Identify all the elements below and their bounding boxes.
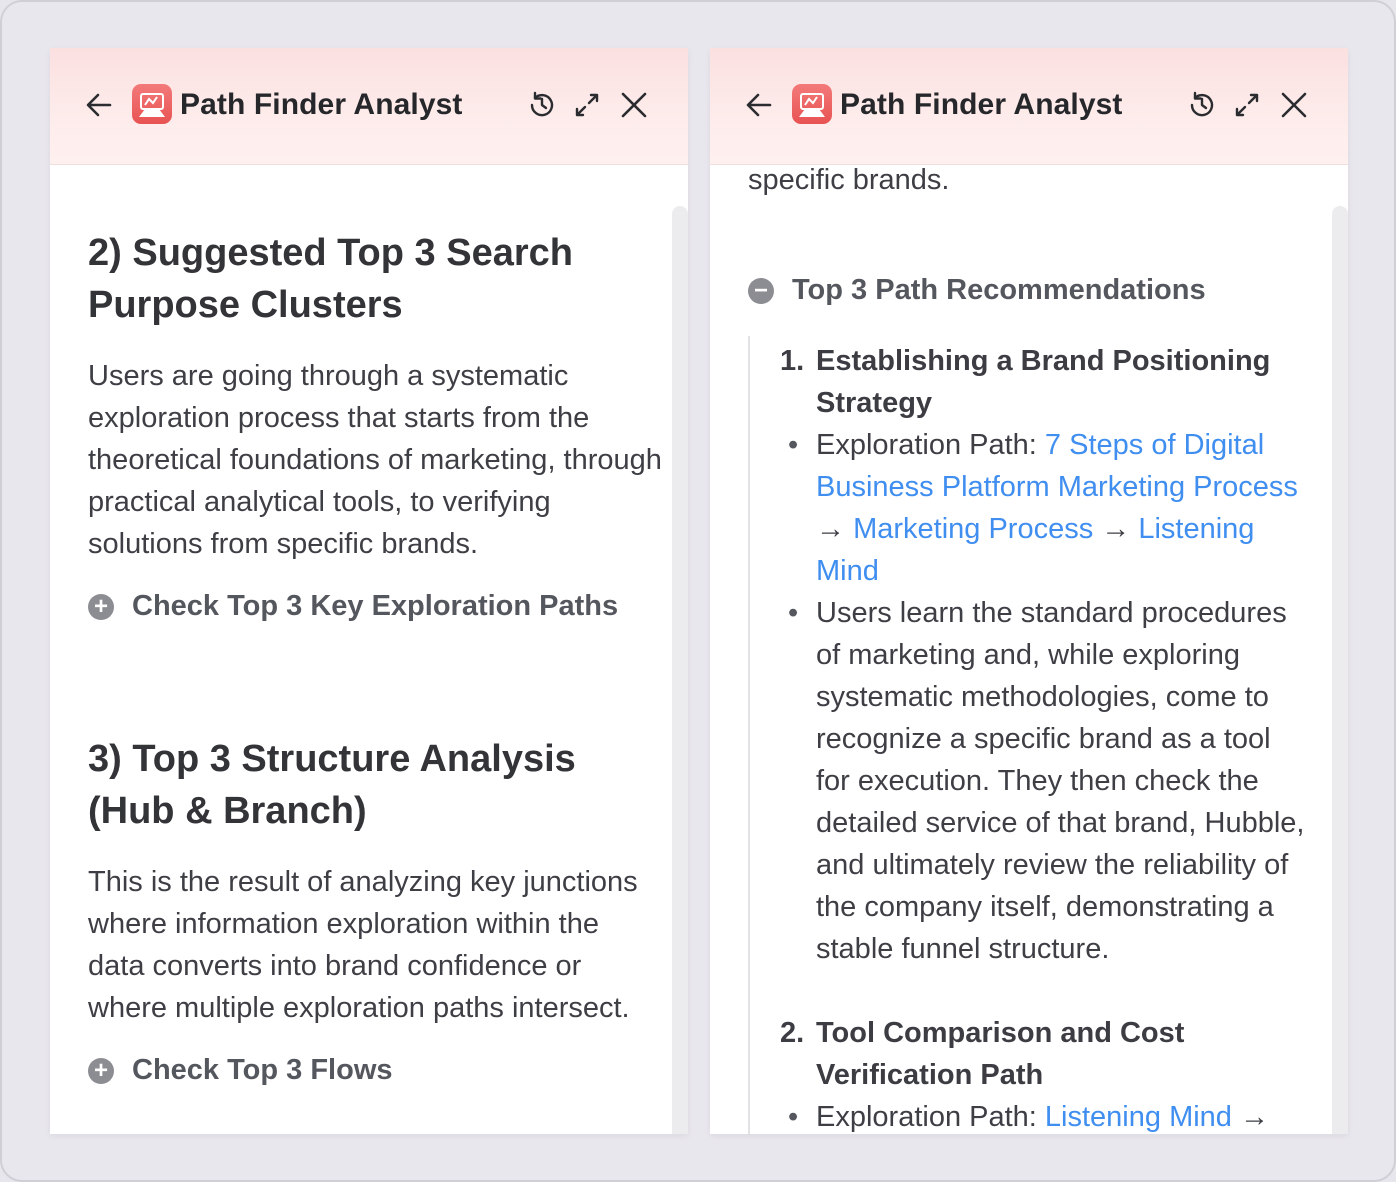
collapse-recommendations-toggle[interactable]: − Top 3 Path Recommendations: [748, 274, 1206, 307]
exploration-path: Exploration Path: Listening Mind →: [780, 1096, 1310, 1134]
section-heading: 2) Suggested Top 3 Search Purpose Cluste…: [88, 232, 573, 326]
item-title: 1. Establishing a Brand Positioning Stra…: [780, 340, 1310, 424]
item-title: 2. Tool Comparison and Cost Verification…: [780, 1012, 1310, 1096]
analyst-panel-left: Path Finder Analyst 2) Suggested Top 3 S…: [50, 48, 688, 1134]
text-fragment: specific brands.: [748, 165, 950, 196]
arrow-icon: →: [1239, 1101, 1269, 1133]
app-logo-icon: [792, 84, 832, 124]
close-icon[interactable]: [1279, 90, 1309, 120]
expand-paths-toggle[interactable]: + Check Top 3 Key Exploration Paths: [88, 590, 618, 623]
expand-flows-toggle[interactable]: + Check Top 3 Flows: [88, 1054, 393, 1087]
scrollbar[interactable]: [1332, 206, 1348, 1134]
path-link[interactable]: Listening Mind: [1045, 1101, 1232, 1133]
panel-header: Path Finder Analyst: [710, 48, 1348, 165]
app-title: Path Finder Analyst: [840, 88, 1123, 121]
arrow-icon: →: [816, 513, 845, 545]
scrollbar[interactable]: [672, 206, 688, 1134]
panel-header: Path Finder Analyst: [50, 48, 688, 165]
path-description: Users learn the standard procedures of m…: [780, 592, 1310, 970]
section-body: This is the result of analyzing key junc…: [88, 866, 638, 1024]
panel-content: specific brands. − Top 3 Path Recommenda…: [710, 165, 1330, 1134]
indent-guide: [748, 336, 750, 1134]
exploration-path: Exploration Path: 7 Steps of Digital Bus…: [780, 424, 1310, 592]
app-logo-icon: [132, 84, 172, 124]
section-heading: 3) Top 3 Structure Analysis (Hub & Branc…: [88, 738, 576, 832]
panel-content: 2) Suggested Top 3 Search Purpose Cluste…: [50, 165, 670, 1134]
expand-icon[interactable]: [1232, 90, 1262, 120]
arrow-icon: →: [1101, 513, 1131, 545]
item-number: 2.: [780, 1017, 805, 1049]
item-title-text: Establishing a Brand Positioning Strateg…: [816, 345, 1271, 419]
plus-circle-icon: +: [88, 1057, 114, 1084]
recommendation-list: 1. Establishing a Brand Positioning Stra…: [780, 340, 1310, 1134]
expand-icon[interactable]: [572, 90, 602, 120]
toggle-label: Top 3 Path Recommendations: [792, 274, 1206, 306]
item-details: Exploration Path: 7 Steps of Digital Bus…: [780, 424, 1310, 970]
item-details: Exploration Path: Listening Mind →: [780, 1096, 1310, 1134]
close-icon[interactable]: [619, 90, 649, 120]
recommendation-item: 1. Establishing a Brand Positioning Stra…: [780, 340, 1310, 970]
item-title-text: Tool Comparison and Cost Verification Pa…: [816, 1017, 1185, 1091]
toggle-label: Check Top 3 Flows: [132, 1054, 393, 1086]
section-body: Users are going through a systematic exp…: [88, 360, 662, 560]
history-icon[interactable]: [1187, 90, 1217, 120]
history-icon[interactable]: [527, 90, 557, 120]
minus-circle-icon: −: [748, 277, 774, 304]
path-link[interactable]: Marketing Process: [853, 513, 1093, 545]
app-title: Path Finder Analyst: [180, 88, 463, 121]
back-arrow-icon[interactable]: [84, 90, 114, 120]
analyst-panel-right: Path Finder Analyst specific brands. − T…: [710, 48, 1348, 1134]
recommendation-item: 2. Tool Comparison and Cost Verification…: [780, 1012, 1310, 1134]
toggle-label: Check Top 3 Key Exploration Paths: [132, 590, 619, 622]
item-number: 1.: [780, 345, 805, 377]
plus-circle-icon: +: [88, 593, 114, 620]
back-arrow-icon[interactable]: [744, 90, 774, 120]
